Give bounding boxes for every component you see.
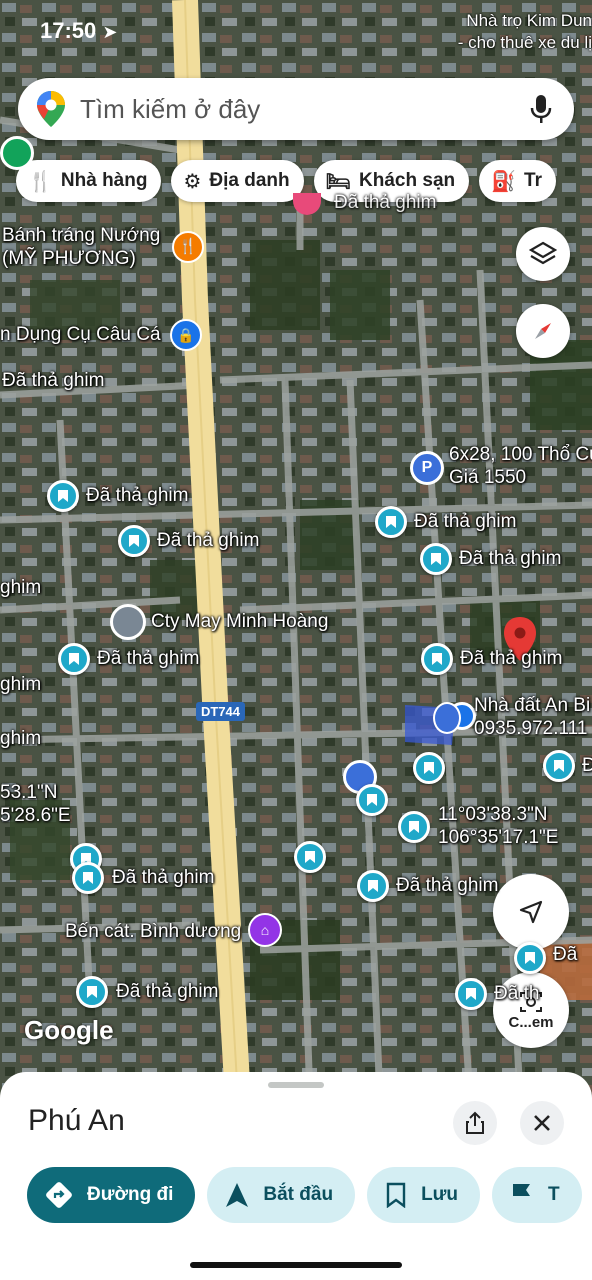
chip-label: Khách sạn — [359, 170, 456, 191]
action-label: T — [548, 1184, 560, 1205]
saved-pin[interactable] — [72, 862, 104, 894]
saved-pin[interactable] — [413, 752, 445, 784]
chip-label: Nhà hàng — [60, 170, 148, 191]
map-label-banh-trang: Bánh tráng Nướng (MỸ PHƯƠNG) — [2, 225, 161, 269]
search-bar[interactable]: Tìm kiếm ở đây — [18, 78, 574, 140]
saved-pin[interactable] — [294, 841, 326, 873]
action-buttons: Đường đi Bắt đầu Lưu T — [27, 1167, 582, 1223]
map-label: Đã — [553, 944, 578, 965]
road-shield: DT744 — [196, 702, 246, 721]
directions-button[interactable]: Đường đi — [27, 1167, 196, 1223]
location-marker[interactable] — [0, 136, 34, 170]
navigation-arrow-icon — [519, 900, 543, 924]
start-button[interactable]: Bắt đầu — [207, 1167, 356, 1223]
map-label-nha-dat: Nhà đất An Bi 0935.972.111 — [474, 695, 591, 739]
share-button[interactable] — [453, 1101, 497, 1145]
saved-pin[interactable] — [455, 978, 487, 1010]
map-label: Đã thả ghim — [460, 648, 563, 669]
map-label: Đã thả ghim — [396, 875, 499, 896]
saved-pin[interactable] — [58, 643, 90, 675]
map-label-coord-left: 53.1"N 5'28.6"E — [0, 782, 71, 826]
save-button[interactable]: Lưu — [367, 1167, 481, 1223]
map-label: ghim — [0, 577, 42, 598]
map-label: Đ — [582, 755, 592, 776]
search-input[interactable]: Tìm kiếm ở đây — [80, 94, 260, 125]
more-action-button[interactable]: T — [492, 1167, 582, 1223]
chip-restaurants[interactable]: 🍴 Nhà hàng — [16, 160, 162, 202]
saved-pin[interactable] — [421, 643, 453, 675]
action-label: Lưu — [421, 1184, 459, 1205]
close-button[interactable] — [520, 1101, 564, 1145]
saved-pin[interactable] — [76, 976, 108, 1008]
compass-button[interactable] — [516, 304, 570, 358]
saved-pin[interactable] — [375, 506, 407, 538]
location-arrow-icon: ➤ — [102, 22, 118, 42]
category-chips: 🍴 Nhà hàng ⚙ Địa danh 🛏 Khách sạn ⛽ Tr — [16, 160, 556, 202]
shop-marker[interactable]: 🔒 — [170, 319, 202, 351]
my-location-button[interactable] — [493, 874, 569, 950]
layers-icon — [529, 241, 557, 265]
fork-knife-icon: 🍴 — [28, 170, 53, 193]
chip-label: Địa danh — [209, 170, 290, 191]
microphone-icon[interactable] — [530, 94, 552, 124]
sheet-drag-handle[interactable] — [268, 1082, 324, 1088]
action-label: Bắt đầu — [263, 1184, 334, 1205]
map-label: Đã thả ghim — [116, 981, 219, 1002]
map-label: Đã thả ghim — [86, 485, 189, 506]
map-label-lot: 6x28, 100 Thổ Cư Giá 1550 — [449, 444, 592, 488]
share-icon — [466, 1111, 484, 1134]
landmark-icon: ⚙ — [183, 170, 202, 193]
bed-icon: 🛏 — [325, 170, 352, 193]
place-marker[interactable] — [433, 702, 461, 734]
place-bottom-sheet[interactable]: Phú An Đường đi Bắt đầu Lưu T — [0, 1072, 592, 1280]
map-label: Đã th — [494, 983, 540, 1004]
saved-pin[interactable] — [47, 480, 79, 512]
street-view-label: C...em — [508, 1013, 554, 1031]
google-watermark: Google — [24, 1015, 114, 1045]
home-indicator — [190, 1262, 402, 1268]
map-label: ghim — [0, 728, 42, 749]
place-title: Phú An — [28, 1104, 125, 1137]
map-label: Đã thả ghim — [2, 370, 105, 391]
saved-pin[interactable] — [357, 870, 389, 902]
compass-icon — [535, 323, 551, 339]
action-label: Đường đi — [87, 1184, 174, 1205]
directions-icon — [45, 1181, 73, 1209]
parking-marker[interactable]: P — [410, 451, 444, 485]
map-label: Đã thả ghim — [334, 192, 437, 213]
flag-icon — [510, 1182, 534, 1208]
saved-pin[interactable] — [420, 543, 452, 575]
chip-landmarks[interactable]: ⚙ Địa danh — [171, 160, 304, 202]
layers-button[interactable] — [516, 227, 570, 281]
temple-marker[interactable]: ⌂ — [248, 913, 282, 947]
maps-pin-icon — [37, 91, 65, 127]
map-label-dung-cu: n Dụng Cụ Câu Cá — [0, 324, 161, 345]
saved-pin[interactable] — [514, 942, 546, 974]
map-label: Đã thả ghim — [459, 548, 562, 569]
map-label-cty-may: Cty May Minh Hoàng — [151, 611, 329, 632]
gas-station-icon: ⛽ — [491, 170, 517, 193]
chip-gas[interactable]: ⛽ Tr — [479, 160, 556, 202]
status-time: 17:50 ➤ — [40, 18, 118, 43]
map-label: Đã thả ghim — [414, 511, 517, 532]
restaurant-marker[interactable]: 🍴 — [172, 231, 204, 263]
saved-pin[interactable] — [118, 525, 150, 557]
map-label-ben-cat: Bến cát. Bình dương — [65, 921, 242, 942]
company-marker[interactable] — [110, 604, 146, 640]
saved-pin[interactable] — [356, 784, 388, 816]
map-label: Đã thả ghim — [157, 530, 260, 551]
close-icon — [534, 1115, 550, 1131]
map-label: Đã thả ghim — [112, 867, 215, 888]
map-label: Đã thả ghim — [97, 648, 200, 669]
bookmark-icon — [385, 1182, 407, 1208]
map-label-top: Nhà trọ Kim Dun - cho thuê xe du lị — [457, 11, 592, 52]
map-label: ghim — [0, 674, 42, 695]
navigation-arrow-icon — [225, 1182, 249, 1208]
map-label-coordinates: 11°03'38.3"N 106°35'17.1"E — [438, 804, 559, 848]
saved-pin[interactable] — [543, 750, 575, 782]
chip-label: Tr — [524, 170, 542, 191]
saved-pin[interactable] — [398, 811, 430, 843]
